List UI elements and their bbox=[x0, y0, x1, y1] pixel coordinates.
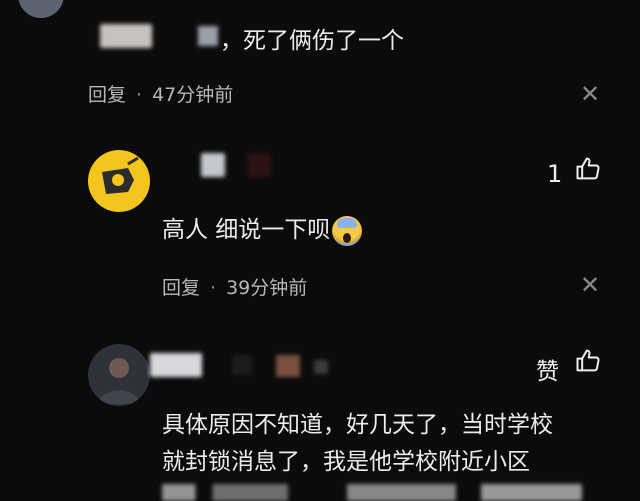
close-icon[interactable]: ✕ bbox=[580, 82, 600, 106]
username-redacted bbox=[100, 24, 152, 48]
comment-text: ，死了俩伤了一个 bbox=[220, 28, 404, 54]
comment-text-line: 具体原因不知道，好几天了，当时学校 bbox=[162, 412, 553, 438]
username-redacted bbox=[150, 353, 202, 377]
username-redacted bbox=[314, 360, 328, 374]
avatar[interactable] bbox=[18, 0, 64, 18]
avatar-image bbox=[102, 156, 139, 194]
comment-meta: 回复 · 39分钟前 bbox=[162, 273, 307, 300]
thumbs-up-icon[interactable] bbox=[574, 347, 602, 379]
username-redacted bbox=[198, 26, 218, 46]
timestamp: 47分钟前 bbox=[152, 84, 234, 106]
username-redacted bbox=[247, 153, 271, 177]
comment-meta: 回复 · 47分钟前 bbox=[88, 80, 233, 107]
avatar[interactable] bbox=[88, 344, 150, 406]
separator: · bbox=[136, 84, 143, 106]
separator: · bbox=[210, 277, 217, 299]
avatar[interactable] bbox=[88, 150, 150, 212]
reply-button[interactable]: 回复 bbox=[88, 84, 126, 106]
username-redacted bbox=[232, 355, 252, 375]
comment-text-line-cut-off bbox=[162, 484, 582, 501]
comment-text: 高人 细说一下呗 bbox=[162, 210, 363, 246]
close-icon[interactable]: ✕ bbox=[580, 273, 600, 297]
reply-button[interactable]: 回复 bbox=[162, 277, 200, 299]
like-label: 赞 bbox=[536, 359, 559, 385]
username-redacted bbox=[201, 153, 225, 177]
comment-text-content: 高人 细说一下呗 bbox=[162, 217, 331, 243]
username-redacted bbox=[276, 355, 300, 377]
like-count: 1 bbox=[547, 160, 563, 188]
avatar-image bbox=[98, 358, 140, 404]
timestamp: 39分钟前 bbox=[226, 277, 308, 299]
comment-text-line: 就封锁消息了，我是他学校附近小区 bbox=[162, 449, 530, 475]
face-screaming-in-fear-icon bbox=[332, 215, 363, 246]
thumbs-up-icon[interactable] bbox=[574, 155, 602, 187]
